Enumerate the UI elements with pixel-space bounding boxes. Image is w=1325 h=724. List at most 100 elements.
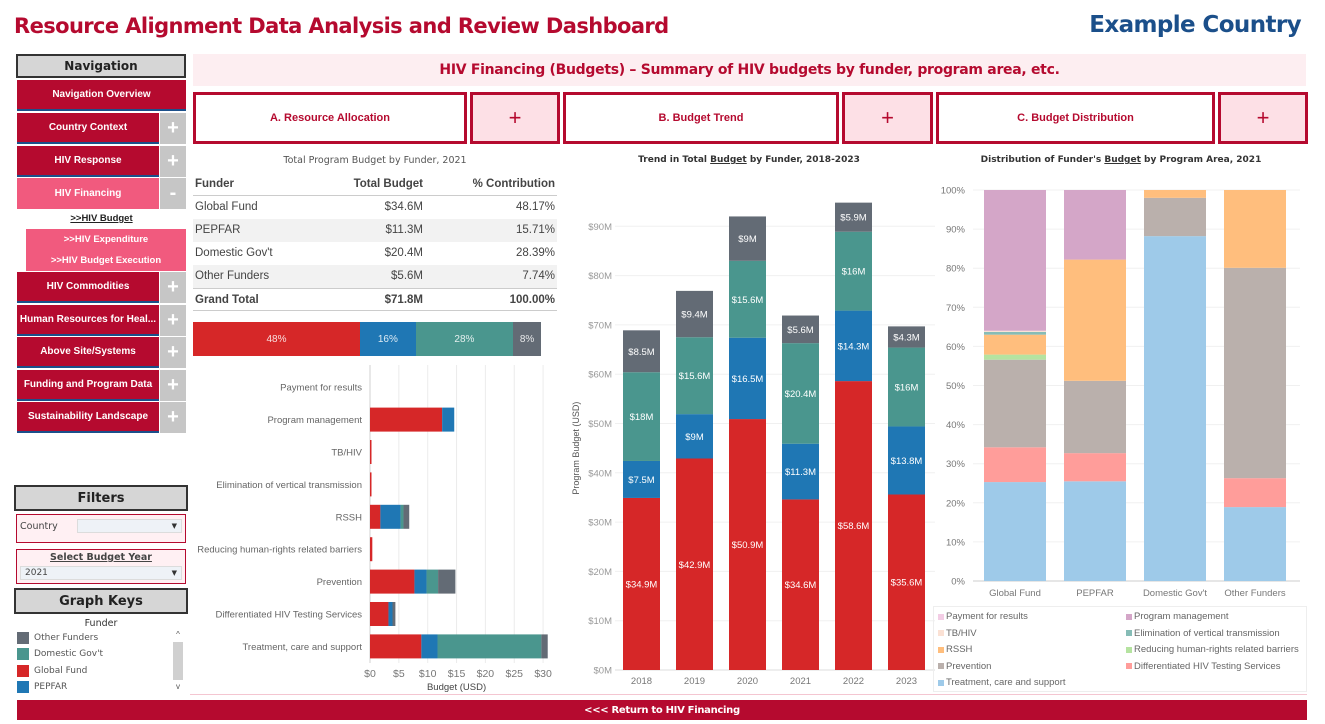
y-tick-label: 50% xyxy=(946,381,966,392)
graph-key-label: Other Funders xyxy=(34,633,99,643)
x-tick-label: $0 xyxy=(364,668,376,680)
data-label: $5.9M xyxy=(840,213,866,224)
bar-pepfar xyxy=(388,602,393,626)
legend-swatch xyxy=(938,663,944,669)
expand-hiv-response-button[interactable]: + xyxy=(160,146,186,177)
x-tick-label: $20 xyxy=(477,668,495,680)
y-tick-label: $20M xyxy=(588,567,612,578)
x-tick-label: 2022 xyxy=(843,676,864,687)
section-resource-allocation-button[interactable]: A. Resource Allocation xyxy=(193,92,467,144)
legend-item-rssh[interactable]: RSSH xyxy=(938,644,972,655)
legend-item-elimination-of-vertical-transmission[interactable]: Elimination of vertical transmission xyxy=(1126,628,1280,639)
return-to-hiv-financing-button[interactable]: <<< Return to HIV Financing xyxy=(17,700,1307,720)
expand-funding-program-button[interactable]: + xyxy=(160,370,186,401)
y-tick-label: $0M xyxy=(594,666,613,677)
budget-year-select[interactable]: 2021 ▼ xyxy=(20,566,182,580)
country-select[interactable]: ▼ xyxy=(77,519,182,533)
bar-other-funders xyxy=(403,504,410,529)
legend-label: Prevention xyxy=(946,660,992,672)
category-label: Treatment, care and support xyxy=(242,642,362,653)
collapse-hiv-financing-button[interactable]: - xyxy=(160,178,186,209)
x-tick-label: 2018 xyxy=(631,676,652,687)
table-row: Other Funders $5.6M 7.74% xyxy=(193,265,557,288)
x-axis-label: Budget (USD) xyxy=(427,682,486,693)
expand-hiv-commodities-button[interactable]: + xyxy=(160,272,186,303)
bar-differentiated-hiv-testing-services-other-funders xyxy=(1224,478,1286,508)
bar-prevention-domestic-gov-t xyxy=(1144,197,1206,237)
data-label: $16M xyxy=(895,383,919,394)
graph-key-other-funders[interactable]: Other Funders xyxy=(17,631,98,645)
share-segment-pepfar[interactable]: 16% xyxy=(360,322,416,356)
legend-item-tb-hiv[interactable]: TB/HIV xyxy=(938,628,977,639)
x-tick-label: $15 xyxy=(448,668,466,680)
bar-rssh-global-fund xyxy=(984,334,1046,355)
contribution-percent: 28.39% xyxy=(515,247,555,259)
bar-global-fund xyxy=(370,472,372,497)
expand-resource-allocation-button[interactable]: + xyxy=(470,92,560,144)
nav-hiv-budget-execution[interactable]: >>HIV Budget Execution xyxy=(26,250,186,271)
data-label: $9M xyxy=(738,234,757,245)
y-tick-label: 100% xyxy=(941,186,966,197)
graph-key-domestic-gov-t[interactable]: Domestic Gov't xyxy=(17,647,103,661)
x-tick-label: PEPFAR xyxy=(1076,588,1114,599)
program-area-budget-chart: $0 $5 $10 $15 $20 $25 $30 Budget (USD) Payment f… xyxy=(197,365,552,693)
legend-label: TB/HIV xyxy=(946,627,977,639)
legend-item-reducing-human-rights-related-barriers[interactable]: Reducing human-rights related barriers xyxy=(1126,644,1299,655)
legend-swatch xyxy=(17,648,29,661)
data-label: $11.3M xyxy=(785,467,816,478)
scroll-down-icon[interactable]: v xyxy=(172,682,184,692)
nav-hiv-expenditure[interactable]: >>HIV Expenditure xyxy=(26,229,186,250)
bar-rssh-domestic-gov-t xyxy=(1144,190,1206,198)
nav-above-site-systems[interactable]: Above Site/Systems xyxy=(17,337,159,368)
legend-item-program-management[interactable]: Program management xyxy=(1126,611,1229,622)
expand-country-context-button[interactable]: + xyxy=(160,113,186,144)
legend-item-prevention[interactable]: Prevention xyxy=(938,661,991,672)
bar-pepfar xyxy=(442,407,455,432)
country-filter: Country ▼ xyxy=(16,514,186,543)
expand-human-resources-button[interactable]: + xyxy=(160,305,186,336)
graph-key-global-fund[interactable]: Global Fund xyxy=(17,664,87,678)
nav-funding-and-program-data[interactable]: Funding and Program Data xyxy=(17,370,159,401)
funder-name: Global Fund xyxy=(195,201,258,213)
nav-sustainability-landscape[interactable]: Sustainability Landscape xyxy=(17,402,159,433)
nav-hiv-financing[interactable]: HIV Financing xyxy=(17,178,159,209)
graph-keys-scrollbar[interactable]: ^ v xyxy=(172,630,184,694)
expand-above-site-button[interactable]: + xyxy=(160,337,186,368)
y-tick-label: $50M xyxy=(588,419,612,430)
graph-key-pepfar[interactable]: PEPFAR xyxy=(17,680,67,694)
share-segment-global-fund[interactable]: 48% xyxy=(193,322,361,356)
scroll-thumb[interactable] xyxy=(173,642,183,680)
share-segment-other-funders[interactable]: 8% xyxy=(513,322,541,356)
data-label: $13.8M xyxy=(891,456,923,467)
legend-item-differentiated-hiv-testing-services[interactable]: Differentiated HIV Testing Services xyxy=(1126,661,1280,672)
y-tick-label: $30M xyxy=(588,518,612,529)
section-budget-distribution-button[interactable]: C. Budget Distribution xyxy=(936,92,1215,144)
data-label: $58.6M xyxy=(838,521,870,532)
nav-hiv-commodities[interactable]: HIV Commodities xyxy=(17,272,159,303)
legend-swatch xyxy=(1126,663,1132,669)
nav-country-context[interactable]: Country Context xyxy=(17,113,159,144)
nav-hiv-response[interactable]: HIV Response xyxy=(17,146,159,177)
bar-differentiated-hiv-testing-services-global-fund xyxy=(984,447,1046,483)
share-segment-domestic-gov-t[interactable]: 28% xyxy=(415,322,514,356)
y-tick-label: $80M xyxy=(588,271,612,282)
section-budget-trend-button[interactable]: B. Budget Trend xyxy=(563,92,839,144)
y-tick-label: 30% xyxy=(946,459,966,470)
expand-budget-trend-button[interactable]: + xyxy=(842,92,933,144)
distribution-chart-title: Distribution of Funder's Budget by Progr… xyxy=(935,155,1307,165)
expand-sustainability-button[interactable]: + xyxy=(160,402,186,433)
category-label: Differentiated HIV Testing Services xyxy=(216,610,363,621)
legend-item-payment-for-results[interactable]: Payment for results xyxy=(938,611,1028,622)
x-tick-label: 2023 xyxy=(896,676,917,687)
data-label: $35.6M xyxy=(891,578,923,589)
legend-item-treatment-care-and-support[interactable]: Treatment, care and support xyxy=(938,677,1066,688)
scroll-up-icon[interactable]: ^ xyxy=(172,630,184,640)
nav-human-resources-for-health[interactable]: Human Resources for Heal... xyxy=(17,305,159,336)
category-label: RSSH xyxy=(336,512,363,523)
y-tick-label: $40M xyxy=(588,468,612,479)
legend-label: Differentiated HIV Testing Services xyxy=(1134,660,1281,672)
y-tick-label: $10M xyxy=(588,616,612,627)
nav-hiv-budget-current[interactable]: >>HIV Budget xyxy=(17,213,186,224)
nav-navigation-overview[interactable]: Navigation Overview xyxy=(17,80,186,111)
expand-budget-distribution-button[interactable]: + xyxy=(1218,92,1308,144)
